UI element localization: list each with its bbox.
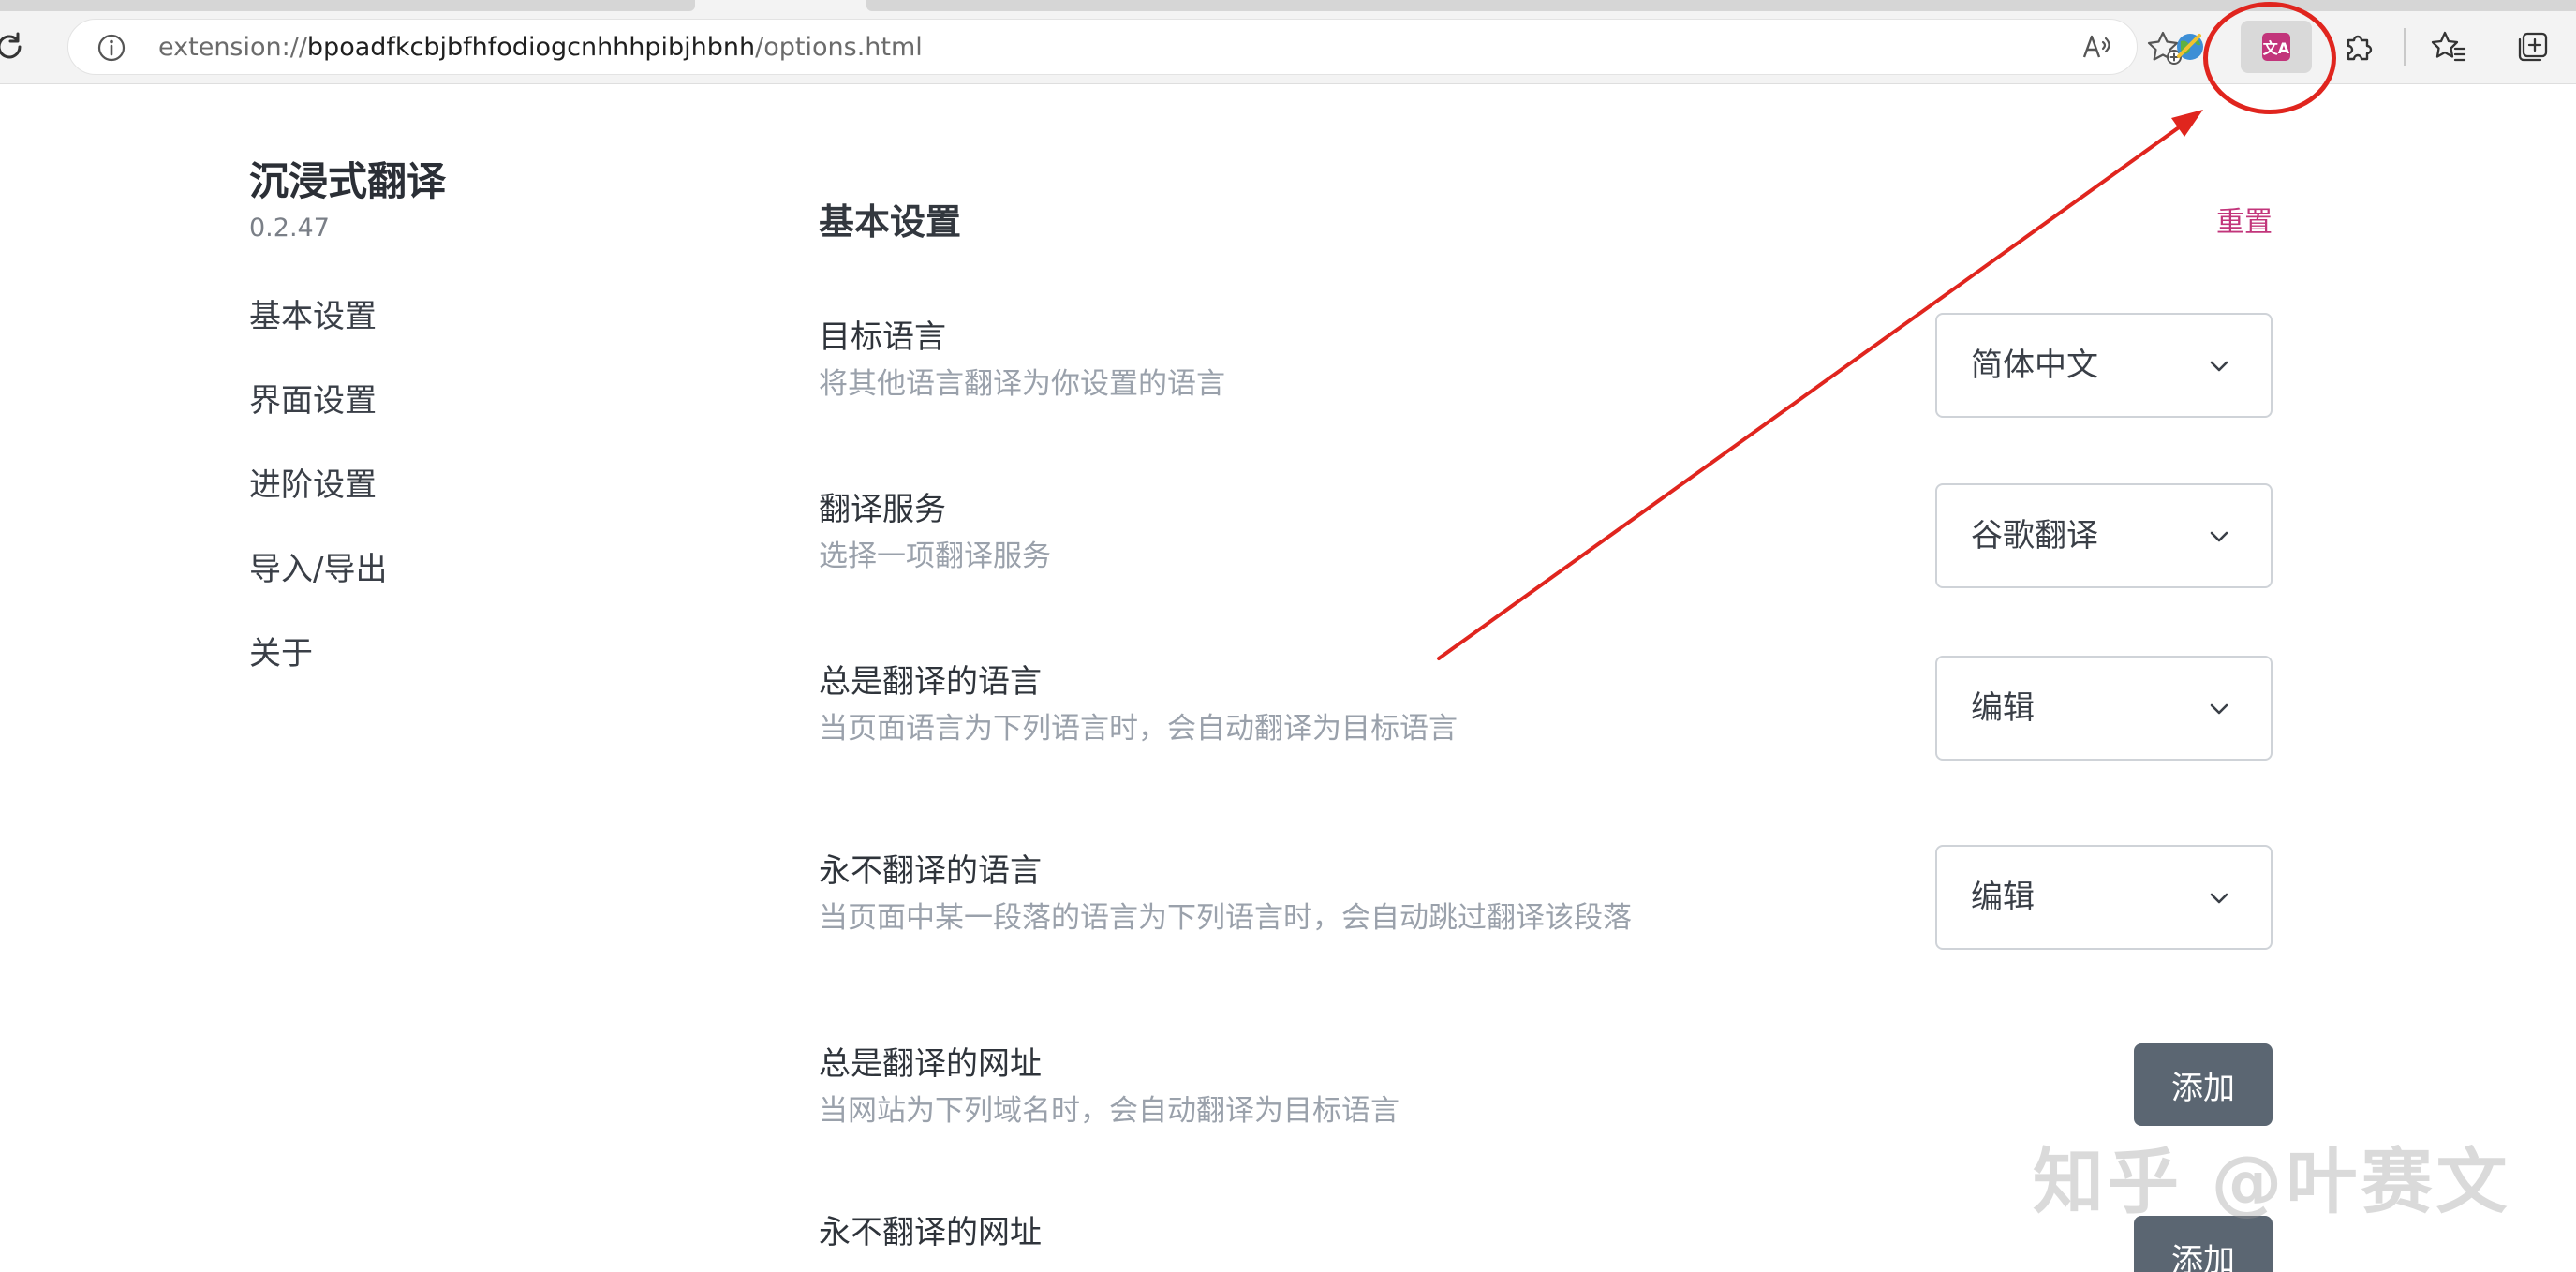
setting-always-translate-languages: 总是翻译的语言 当页面语言为下列语言时，会自动翻译为目标语言 编辑 [819,656,2299,800]
tab-strip [0,0,695,11]
never-translate-languages-select[interactable]: 编辑 [1935,845,2273,950]
watermark: 知乎 @叶赛文 [2033,1140,2511,1223]
collections-button[interactable] [2507,21,2559,73]
select-value: 编辑 [1971,879,2035,916]
translate-extension-button[interactable]: 文A [2241,21,2312,73]
puzzle-icon [2347,35,2373,61]
extensions-button[interactable] [2332,21,2385,73]
select-value: 谷歌翻译 [1971,517,2098,555]
toolbar-divider [2404,28,2406,66]
reload-button[interactable] [0,26,30,67]
chevron-down-icon [2210,361,2228,372]
sidebar-item-interface-settings[interactable]: 界面设置 [249,378,718,463]
target-language-select[interactable]: 简体中文 [1935,313,2273,418]
url-scheme: extension:// [158,33,307,62]
earth-extension-icon [2177,34,2203,60]
collections-icon [2518,32,2548,62]
setting-label: 总是翻译的网址 [819,1045,1042,1083]
chevron-down-icon [2210,703,2228,715]
earth-extension-button[interactable] [2164,21,2216,73]
add-always-translate-site-button[interactable]: 添加 [2134,1043,2273,1126]
chevron-down-icon [2210,893,2228,904]
info-icon[interactable] [96,33,126,63]
app-title: 沉浸式翻译 [249,158,447,204]
sidebar-item-import-export[interactable]: 导入/导出 [249,547,718,631]
address-bar[interactable]: extension://bpoadfkcbjbfhfodiogcnhhhpibj… [67,19,2182,75]
favorites-button[interactable] [2422,21,2475,73]
sidebar-item-basic-settings[interactable]: 基本设置 [249,294,718,378]
setting-target-language: 目标语言 将其他语言翻译为你设置的语言 简体中文 [819,313,2299,455]
url-text[interactable]: extension://bpoadfkcbjbfhfodiogcnhhhpibj… [158,33,923,63]
reload-icon [0,32,22,59]
always-translate-languages-select[interactable]: 编辑 [1935,656,2273,761]
select-value: 简体中文 [1971,347,2098,384]
section-title: 基本设置 [819,201,962,243]
browser-toolbar: extension://bpoadfkcbjbfhfodiogcnhhhpibj… [0,0,2576,84]
select-value: 编辑 [1971,689,2035,727]
section-header: 基本设置 重置 [819,185,2299,245]
tab-strip [866,0,2576,11]
url-host: bpoadfkcbjbfhfodiogcnhhhpibjhbnh [306,33,756,62]
setting-never-translate-languages: 永不翻译的语言 当页面中某一段落的语言为下列语言时，会自动跳过翻译该段落 编辑 [819,845,2299,989]
app-version: 0.2.47 [249,214,330,243]
sidebar-item-advanced-settings[interactable]: 进阶设置 [249,463,718,547]
sidebar-item-about[interactable]: 关于 [249,631,718,716]
sidebar: 沉浸式翻译 0.2.47 基本设置 界面设置 进阶设置 导入/导出 关于 [249,155,718,716]
setting-translation-service: 翻译服务 选择一项翻译服务 谷歌翻译 [819,483,2299,628]
sidebar-nav: 基本设置 界面设置 进阶设置 导入/导出 关于 [249,294,718,716]
translation-service-select[interactable]: 谷歌翻译 [1935,483,2273,588]
read-aloud-icon[interactable] [2080,31,2114,65]
chevron-down-icon [2210,531,2228,542]
translate-extension-icon: 文A [2262,33,2290,61]
favorites-icon [2431,31,2466,62]
reset-link[interactable]: 重置 [2216,199,2273,240]
url-path: /options.html [755,33,923,62]
